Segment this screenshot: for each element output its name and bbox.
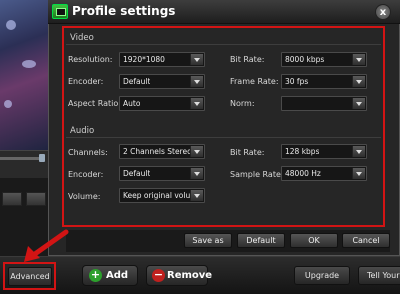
audio-bitrate-value: 128 kbps xyxy=(285,147,320,156)
add-button[interactable]: + Add xyxy=(82,265,138,286)
snapshot-button[interactable] xyxy=(2,192,22,206)
audio-encoder-select[interactable]: Default xyxy=(119,166,205,181)
aspect-ratio-label: Aspect Ratio: xyxy=(68,99,121,108)
chevron-down-icon xyxy=(190,98,203,109)
seek-slider-handle[interactable] xyxy=(39,154,45,162)
chevron-down-icon xyxy=(352,54,365,65)
aspect-ratio-select[interactable]: Auto xyxy=(119,96,205,111)
save-as-button[interactable]: Save as xyxy=(184,233,232,248)
volume-label: Volume: xyxy=(68,192,101,201)
upgrade-button[interactable]: Upgrade xyxy=(294,266,350,285)
audio-divider xyxy=(66,137,381,138)
channels-label: Channels: xyxy=(68,148,108,157)
norm-select[interactable] xyxy=(281,96,367,111)
chevron-down-icon xyxy=(352,76,365,87)
video-preview xyxy=(0,0,48,150)
chevron-down-icon xyxy=(190,54,203,65)
channels-select[interactable]: 2 Channels Stereo xyxy=(119,144,205,159)
ok-button[interactable]: OK xyxy=(290,233,338,248)
close-button[interactable]: x xyxy=(375,4,391,20)
video-bitrate-value: 8000 kbps xyxy=(285,55,325,64)
video-encoder-label: Encoder: xyxy=(68,77,104,86)
chevron-down-icon xyxy=(190,76,203,87)
add-label: Add xyxy=(106,270,129,281)
audio-bitrate-label: Bit Rate: xyxy=(230,148,265,157)
advanced-button[interactable]: Advanced xyxy=(8,267,52,286)
framerate-label: Frame Rate: xyxy=(230,77,279,86)
annotation-arrow xyxy=(24,229,69,262)
folder-button[interactable] xyxy=(26,192,46,206)
chevron-down-icon xyxy=(352,146,365,157)
cancel-button[interactable]: Cancel xyxy=(342,233,390,248)
chevron-down-icon xyxy=(352,168,365,179)
video-encoder-select[interactable]: Default xyxy=(119,74,205,89)
chevron-down-icon xyxy=(190,146,203,157)
samplerate-value: 48000 Hz xyxy=(285,169,321,178)
norm-label: Norm: xyxy=(230,99,255,108)
minus-icon: − xyxy=(152,268,165,282)
channels-value: 2 Channels Stereo xyxy=(123,147,192,156)
volume-value: Keep original volu xyxy=(123,191,191,200)
tell-friend-button[interactable]: Tell Your xyxy=(358,266,400,285)
resolution-label: Resolution: xyxy=(68,55,113,64)
video-bitrate-select[interactable]: 8000 kbps xyxy=(281,52,367,67)
plus-icon: + xyxy=(89,268,102,282)
default-button[interactable]: Default xyxy=(237,233,285,248)
audio-bitrate-select[interactable]: 128 kbps xyxy=(281,144,367,159)
resolution-select[interactable]: 1920*1080 xyxy=(119,52,205,67)
resolution-value: 1920*1080 xyxy=(123,55,165,64)
remove-button[interactable]: − Remove xyxy=(146,265,212,286)
volume-select[interactable]: Keep original volu xyxy=(119,188,205,203)
seek-slider[interactable] xyxy=(0,157,44,160)
audio-heading: Audio xyxy=(70,126,95,136)
dialog-title: Profile settings xyxy=(72,4,176,18)
video-encoder-value: Default xyxy=(123,77,151,86)
audio-encoder-label: Encoder: xyxy=(68,170,104,179)
aspect-ratio-value: Auto xyxy=(123,99,141,108)
samplerate-select[interactable]: 48000 Hz xyxy=(281,166,367,181)
film-icon xyxy=(52,4,68,19)
remove-label: Remove xyxy=(167,270,213,281)
chevron-down-icon xyxy=(190,190,203,201)
chevron-down-icon xyxy=(190,168,203,179)
audio-encoder-value: Default xyxy=(123,169,151,178)
video-heading: Video xyxy=(70,33,94,43)
chevron-down-icon xyxy=(352,98,365,109)
framerate-value: 30 fps xyxy=(285,77,309,86)
video-bitrate-label: Bit Rate: xyxy=(230,55,265,64)
video-divider xyxy=(66,44,381,45)
framerate-select[interactable]: 30 fps xyxy=(281,74,367,89)
samplerate-label: Sample Rate: xyxy=(230,170,284,179)
